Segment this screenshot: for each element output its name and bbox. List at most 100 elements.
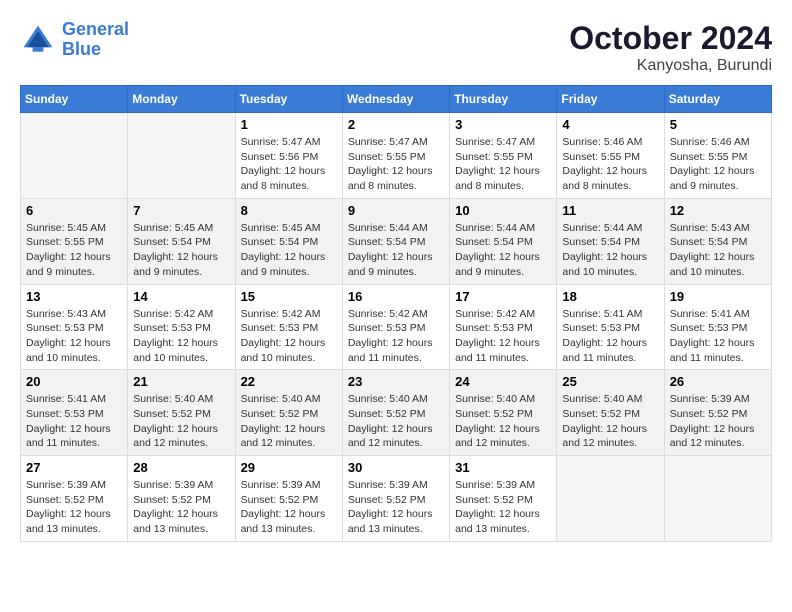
day-detail: Sunrise: 5:45 AMSunset: 5:54 PMDaylight:… (133, 221, 229, 280)
weekday-header: Monday (128, 86, 235, 113)
day-detail: Sunrise: 5:39 AMSunset: 5:52 PMDaylight:… (670, 392, 766, 451)
day-detail: Sunrise: 5:43 AMSunset: 5:54 PMDaylight:… (670, 221, 766, 280)
day-detail: Sunrise: 5:39 AMSunset: 5:52 PMDaylight:… (26, 478, 122, 537)
calendar-cell: 29 Sunrise: 5:39 AMSunset: 5:52 PMDayligh… (235, 456, 342, 542)
calendar-cell (128, 113, 235, 199)
day-number: 4 (562, 117, 658, 132)
calendar-week-row: 27 Sunrise: 5:39 AMSunset: 5:52 PMDayligh… (21, 456, 772, 542)
calendar-cell: 22Sunrise: 5:40 AMSunset: 5:52 PMDayligh… (235, 370, 342, 456)
day-number: 6 (26, 203, 122, 218)
day-number: 10 (455, 203, 551, 218)
day-number: 25 (562, 374, 658, 389)
weekday-header: Tuesday (235, 86, 342, 113)
logo-icon (20, 22, 56, 58)
day-number: 17 (455, 289, 551, 304)
day-detail: Sunrise: 5:44 AMSunset: 5:54 PMDaylight:… (348, 221, 444, 280)
day-number: 2 (348, 117, 444, 132)
day-detail: Sunrise: 5:44 AMSunset: 5:54 PMDaylight:… (562, 221, 658, 280)
day-detail: Sunrise: 5:40 AMSunset: 5:52 PMDaylight:… (348, 392, 444, 451)
day-number: 30 (348, 460, 444, 475)
page-header: General Blue October 2024 Kanyosha, Buru… (20, 20, 772, 75)
calendar-cell: 4 Sunrise: 5:46 AMSunset: 5:55 PMDaylight… (557, 113, 664, 199)
calendar-cell: 3 Sunrise: 5:47 AMSunset: 5:55 PMDaylight… (450, 113, 557, 199)
calendar-cell: 10 Sunrise: 5:44 AMSunset: 5:54 PMDayligh… (450, 198, 557, 284)
day-number: 5 (670, 117, 766, 132)
day-detail: Sunrise: 5:42 AMSunset: 5:53 PMDaylight:… (348, 307, 444, 366)
calendar-cell: 16 Sunrise: 5:42 AMSunset: 5:53 PMDayligh… (342, 284, 449, 370)
calendar-week-row: 6 Sunrise: 5:45 AMSunset: 5:55 PMDaylight… (21, 198, 772, 284)
day-detail: Sunrise: 5:45 AMSunset: 5:55 PMDaylight:… (26, 221, 122, 280)
day-detail: Sunrise: 5:46 AMSunset: 5:55 PMDaylight:… (670, 135, 766, 194)
calendar-cell: 5 Sunrise: 5:46 AMSunset: 5:55 PMDaylight… (664, 113, 771, 199)
day-detail: Sunrise: 5:43 AMSunset: 5:53 PMDaylight:… (26, 307, 122, 366)
calendar-cell: 21 Sunrise: 5:40 AMSunset: 5:52 PMDayligh… (128, 370, 235, 456)
weekday-header: Friday (557, 86, 664, 113)
day-detail: Sunrise: 5:42 AMSunset: 5:53 PMDaylight:… (455, 307, 551, 366)
calendar-cell: 1 Sunrise: 5:47 AMSunset: 5:56 PMDaylight… (235, 113, 342, 199)
calendar-week-row: 13 Sunrise: 5:43 AMSunset: 5:53 PMDayligh… (21, 284, 772, 370)
calendar-cell (557, 456, 664, 542)
calendar-cell: 2 Sunrise: 5:47 AMSunset: 5:55 PMDaylight… (342, 113, 449, 199)
calendar-cell: 30Sunrise: 5:39 AMSunset: 5:52 PMDayligh… (342, 456, 449, 542)
calendar-table: SundayMondayTuesdayWednesdayThursdayFrid… (20, 85, 772, 542)
day-number: 24 (455, 374, 551, 389)
logo-line1: General (62, 19, 129, 39)
day-detail: Sunrise: 5:46 AMSunset: 5:55 PMDaylight:… (562, 135, 658, 194)
calendar-cell: 13 Sunrise: 5:43 AMSunset: 5:53 PMDayligh… (21, 284, 128, 370)
month-title: October 2024 (569, 20, 772, 57)
day-detail: Sunrise: 5:40 AMSunset: 5:52 PMDaylight:… (562, 392, 658, 451)
day-number: 19 (670, 289, 766, 304)
calendar-cell: 8 Sunrise: 5:45 AMSunset: 5:54 PMDaylight… (235, 198, 342, 284)
calendar-cell: 6 Sunrise: 5:45 AMSunset: 5:55 PMDaylight… (21, 198, 128, 284)
calendar-cell: 18Sunrise: 5:41 AMSunset: 5:53 PMDayligh… (557, 284, 664, 370)
day-number: 16 (348, 289, 444, 304)
day-number: 18 (562, 289, 658, 304)
weekday-header: Wednesday (342, 86, 449, 113)
calendar-cell: 19Sunrise: 5:41 AMSunset: 5:53 PMDayligh… (664, 284, 771, 370)
day-number: 20 (26, 374, 122, 389)
logo-text: General Blue (62, 20, 129, 60)
day-number: 14 (133, 289, 229, 304)
day-detail: Sunrise: 5:47 AMSunset: 5:56 PMDaylight:… (241, 135, 337, 194)
day-number: 31 (455, 460, 551, 475)
logo: General Blue (20, 20, 129, 60)
calendar-week-row: 1 Sunrise: 5:47 AMSunset: 5:56 PMDaylight… (21, 113, 772, 199)
day-number: 15 (241, 289, 337, 304)
day-number: 21 (133, 374, 229, 389)
day-number: 28 (133, 460, 229, 475)
day-number: 27 (26, 460, 122, 475)
day-number: 11 (562, 203, 658, 218)
day-detail: Sunrise: 5:40 AMSunset: 5:52 PMDaylight:… (455, 392, 551, 451)
location-subtitle: Kanyosha, Burundi (569, 57, 772, 75)
calendar-cell: 12 Sunrise: 5:43 AMSunset: 5:54 PMDayligh… (664, 198, 771, 284)
title-block: October 2024 Kanyosha, Burundi (569, 20, 772, 75)
calendar-cell: 20 Sunrise: 5:41 AMSunset: 5:53 PMDayligh… (21, 370, 128, 456)
day-detail: Sunrise: 5:39 AMSunset: 5:52 PMDaylight:… (241, 478, 337, 537)
calendar-cell: 17 Sunrise: 5:42 AMSunset: 5:53 PMDayligh… (450, 284, 557, 370)
calendar-cell (21, 113, 128, 199)
day-number: 3 (455, 117, 551, 132)
calendar-cell: 11 Sunrise: 5:44 AMSunset: 5:54 PMDayligh… (557, 198, 664, 284)
day-detail: Sunrise: 5:47 AMSunset: 5:55 PMDaylight:… (348, 135, 444, 194)
logo-line2: Blue (62, 39, 101, 59)
day-number: 29 (241, 460, 337, 475)
day-number: 26 (670, 374, 766, 389)
day-detail: Sunrise: 5:45 AMSunset: 5:54 PMDaylight:… (241, 221, 337, 280)
weekday-header: Saturday (664, 86, 771, 113)
day-detail: Sunrise: 5:47 AMSunset: 5:55 PMDaylight:… (455, 135, 551, 194)
day-number: 22 (241, 374, 337, 389)
day-detail: Sunrise: 5:39 AMSunset: 5:52 PMDaylight:… (455, 478, 551, 537)
calendar-cell: 26 Sunrise: 5:39 AMSunset: 5:52 PMDayligh… (664, 370, 771, 456)
day-number: 13 (26, 289, 122, 304)
day-number: 1 (241, 117, 337, 132)
day-detail: Sunrise: 5:44 AMSunset: 5:54 PMDaylight:… (455, 221, 551, 280)
day-detail: Sunrise: 5:40 AMSunset: 5:52 PMDaylight:… (133, 392, 229, 451)
day-detail: Sunrise: 5:39 AMSunset: 5:52 PMDaylight:… (133, 478, 229, 537)
day-detail: Sunrise: 5:41 AMSunset: 5:53 PMDaylight:… (26, 392, 122, 451)
day-number: 12 (670, 203, 766, 218)
day-number: 8 (241, 203, 337, 218)
day-number: 7 (133, 203, 229, 218)
calendar-cell: 24 Sunrise: 5:40 AMSunset: 5:52 PMDayligh… (450, 370, 557, 456)
calendar-cell: 25 Sunrise: 5:40 AMSunset: 5:52 PMDayligh… (557, 370, 664, 456)
calendar-cell: 31 Sunrise: 5:39 AMSunset: 5:52 PMDayligh… (450, 456, 557, 542)
